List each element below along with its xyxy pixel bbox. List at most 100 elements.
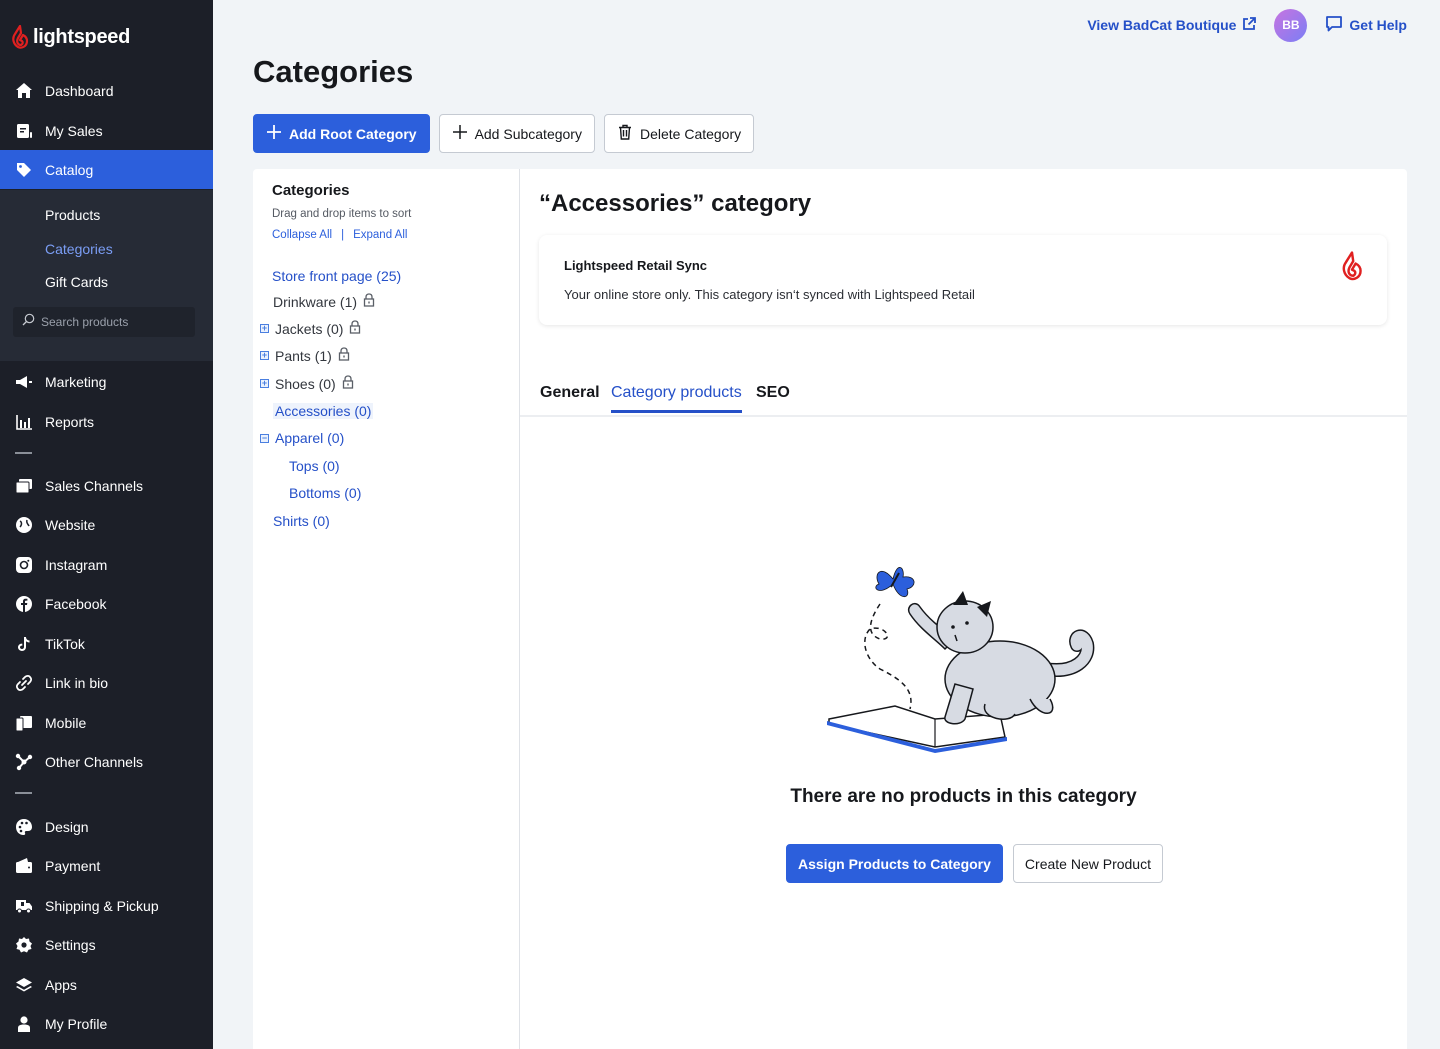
user-icon: [14, 1014, 34, 1034]
assign-products-button[interactable]: Assign Products to Category: [786, 844, 1003, 883]
layers-icon: [14, 975, 34, 995]
trash-icon: [617, 124, 633, 143]
tree-item-label: Bottoms (0): [289, 485, 362, 501]
tree-item-shoes[interactable]: + Shoes (0): [260, 375, 354, 392]
add-subcategory-button[interactable]: Add Subcategory: [438, 114, 595, 153]
globe-icon: [14, 515, 34, 535]
view-store-link[interactable]: View BadCat Boutique: [1087, 16, 1257, 34]
sidebar-item-reports[interactable]: Reports: [0, 402, 213, 441]
tree-item-label: Tops (0): [289, 458, 340, 474]
sidebar-item-shipping-pickup[interactable]: Shipping & Pickup: [0, 886, 213, 925]
lightspeed-flame-icon: [1341, 251, 1363, 286]
cat-butterfly-illustration: [825, 559, 1110, 759]
gear-icon: [14, 935, 34, 955]
tree-item-bottoms[interactable]: Bottoms (0): [289, 485, 361, 501]
sidebar-item-label: My Sales: [45, 122, 103, 139]
sidebar-item-my-sales[interactable]: My Sales: [0, 111, 213, 150]
sidebar-subitem-products[interactable]: Products: [45, 207, 100, 223]
sidebar-item-apps[interactable]: Apps: [0, 965, 213, 1004]
add-root-category-label: Add Root Category: [289, 125, 417, 142]
sidebar-divider: [15, 792, 32, 794]
sidebar-item-sales-channels[interactable]: Sales Channels: [0, 466, 213, 505]
page-title: Categories: [253, 54, 414, 89]
tiktok-icon: [14, 634, 34, 654]
tree-item-accessories[interactable]: Accessories (0): [273, 403, 374, 419]
delete-category-label: Delete Category: [639, 125, 742, 142]
receipt-icon: [14, 121, 34, 141]
tab-category-products[interactable]: Category products: [611, 384, 742, 413]
tree-item-store-front-page[interactable]: Store front page (25): [272, 268, 401, 284]
tree-item-jackets[interactable]: + Jackets (0): [260, 320, 361, 337]
tree-item-apparel[interactable]: − Apparel (0): [260, 430, 344, 446]
categories-heading: Categories: [272, 182, 350, 199]
palette-icon: [14, 817, 34, 837]
search-products-input[interactable]: [41, 315, 191, 329]
tree-item-drinkware[interactable]: Drinkware (1): [273, 293, 375, 310]
chat-bubble-icon: [1325, 15, 1343, 36]
sidebar-item-label: Sales Channels: [45, 477, 144, 494]
sidebar-item-catalog[interactable]: Catalog: [0, 150, 213, 189]
instagram-icon: [14, 555, 34, 575]
category-tabs: General Category products SEO: [520, 384, 1407, 417]
sidebar-divider: [15, 452, 32, 454]
collapse-all-link[interactable]: Collapse All: [272, 229, 332, 241]
create-new-product-button[interactable]: Create New Product: [1012, 844, 1163, 883]
separator: |: [341, 229, 345, 241]
empty-state-actions: Assign Products to Category Create New P…: [786, 844, 1163, 883]
sync-description: Your online store only. This category is…: [564, 287, 975, 302]
sidebar-item-label: Apps: [45, 976, 77, 993]
tree-controls: Collapse All | Expand All: [272, 229, 407, 241]
sidebar-item-link-in-bio[interactable]: Link in bio: [0, 663, 213, 702]
delete-category-button[interactable]: Delete Category: [603, 114, 755, 153]
empty-state-title: There are no products in this category: [790, 786, 1137, 807]
tree-item-label: Store front page (25): [272, 268, 402, 284]
sidebar-subitem-categories[interactable]: Categories: [45, 241, 113, 257]
sidebar-item-label: My Profile: [45, 1015, 108, 1032]
sidebar-item-label: Website: [45, 516, 96, 533]
sidebar-subitem-gift-cards[interactable]: Gift Cards: [45, 274, 108, 290]
sidebar-item-label: Catalog: [45, 161, 94, 178]
retail-sync-card: Lightspeed Retail Sync Your online store…: [539, 235, 1387, 325]
expand-toggle-icon[interactable]: +: [260, 351, 269, 360]
lightspeed-logo[interactable]: lightspeed: [11, 25, 130, 49]
get-help-link[interactable]: Get Help: [1325, 15, 1407, 36]
sidebar-item-design[interactable]: Design: [0, 807, 213, 846]
sidebar-item-marketing[interactable]: Marketing: [0, 362, 213, 401]
tree-item-label: Shirts (0): [273, 513, 330, 529]
tree-item-tops[interactable]: Tops (0): [289, 458, 340, 474]
sidebar-item-instagram[interactable]: Instagram: [0, 545, 213, 584]
categories-panel: Categories Drag and drop items to sort C…: [253, 169, 520, 1049]
sidebar-item-payment[interactable]: Payment: [0, 846, 213, 885]
sidebar-item-other-channels[interactable]: Other Channels: [0, 742, 213, 781]
link-icon: [14, 673, 34, 693]
tab-seo[interactable]: SEO: [756, 384, 790, 410]
expand-toggle-icon[interactable]: +: [260, 379, 269, 388]
sidebar-item-label: Settings: [45, 936, 96, 953]
tree-item-pants[interactable]: + Pants (1): [260, 347, 350, 364]
bar-chart-icon: [14, 412, 34, 432]
lock-icon: [338, 347, 350, 364]
sidebar-item-website[interactable]: Website: [0, 505, 213, 544]
sidebar-item-facebook[interactable]: Facebook: [0, 584, 213, 623]
tree-item-label: Jackets (0): [275, 320, 344, 337]
sidebar-item-dashboard[interactable]: Dashboard: [0, 71, 213, 110]
sidebar-search[interactable]: [13, 307, 195, 337]
sidebar-item-tiktok[interactable]: TikTok: [0, 624, 213, 663]
sidebar-item-label: Instagram: [45, 556, 108, 573]
sidebar-item-label: Dashboard: [45, 82, 114, 99]
category-detail-panel: “Accessories” category Lightspeed Retail…: [520, 169, 1407, 1049]
megaphone-icon: [14, 372, 34, 392]
add-root-category-button[interactable]: Add Root Category: [253, 114, 430, 153]
expand-all-link[interactable]: Expand All: [353, 229, 407, 241]
sidebar-item-settings[interactable]: Settings: [0, 925, 213, 964]
tree-item-label: Apparel (0): [275, 430, 345, 446]
sidebar-item-label: Mobile: [45, 714, 87, 731]
expand-toggle-icon[interactable]: +: [260, 324, 269, 333]
sidebar-item-my-profile[interactable]: My Profile: [0, 1004, 213, 1043]
avatar[interactable]: BB: [1274, 8, 1308, 42]
sidebar-item-mobile[interactable]: Mobile: [0, 703, 213, 742]
tab-general[interactable]: General: [540, 384, 600, 410]
collapse-toggle-icon[interactable]: −: [260, 433, 269, 443]
tree-item-shirts[interactable]: Shirts (0): [273, 513, 330, 529]
external-link-icon: [1242, 16, 1257, 34]
